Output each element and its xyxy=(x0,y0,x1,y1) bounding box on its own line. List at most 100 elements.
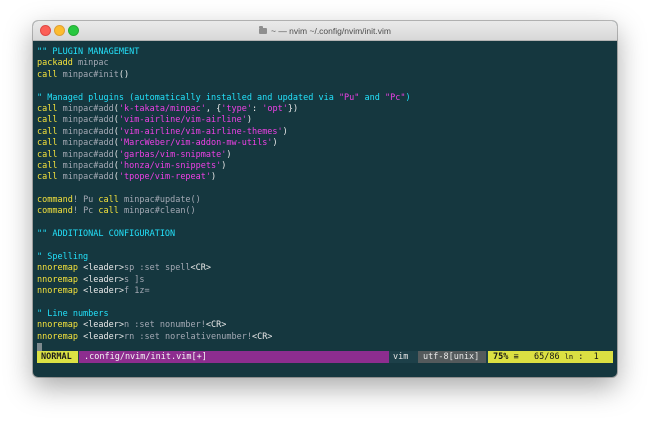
line-position: 65/86 xyxy=(533,352,560,362)
file-name: .config/nvim/init.vim[+] xyxy=(79,351,389,363)
line-number-icon: ≡ xyxy=(513,352,519,362)
code-token: , { xyxy=(205,103,222,114)
code-line: command! Pu call minpac#update() xyxy=(37,195,613,206)
code-token: minpac#add xyxy=(57,103,114,114)
code-token: 'honza/vim-snippets' xyxy=(118,160,222,171)
code-token: 'opt' xyxy=(262,103,288,114)
code-token: 'garbas/vim-snipmate' xyxy=(118,149,227,160)
code-token: <CR> xyxy=(190,263,212,274)
code-token: 'type' xyxy=(221,103,252,114)
code-token: minpac#add xyxy=(57,149,114,160)
status-line: NORMAL .config/nvim/init.vim[+] vim utf-… xyxy=(37,351,613,363)
code-token: ) xyxy=(221,160,227,171)
terminal-window: ~ — nvim ~/.config/nvim/init.vim "" PLUG… xyxy=(33,21,617,377)
code-token: minpac#add xyxy=(57,126,114,137)
code-token: "" PLUGIN MANAGEMENT xyxy=(37,47,140,57)
code-token: minpac#init xyxy=(57,69,119,80)
code-token: "Pu" xyxy=(338,92,360,103)
code-line: nnoremap <leader>s ]s xyxy=(37,275,613,286)
code-line: command! Pc call minpac#clean() xyxy=(37,206,613,217)
code-token: " Line numbers xyxy=(37,308,109,319)
code-token: rn :set norelativenumber! xyxy=(124,331,252,342)
code-token: command xyxy=(37,195,73,206)
code-token: call xyxy=(37,126,58,137)
code-line: " Spelling xyxy=(37,252,613,263)
code-token: " Spelling xyxy=(37,252,89,263)
code-token: <CR> xyxy=(205,320,227,331)
code-line: call minpac#add('MarcWeber/vim-addon-mw-… xyxy=(37,138,613,149)
code-token: <leader> xyxy=(77,263,125,274)
code-token: 'tpope/vim-repeat' xyxy=(118,172,212,183)
code-line: nnoremap <leader>sp :set spell<CR> xyxy=(37,263,613,274)
code-token: " Managed plugins (automatically install… xyxy=(37,92,339,103)
window-title: ~ — nvim ~/.config/nvim/init.vim xyxy=(33,21,617,41)
code-token: "" ADDITIONAL CONFIGURATION xyxy=(37,229,176,240)
code-token: () xyxy=(118,69,130,80)
code-token: call xyxy=(98,195,119,206)
code-line: " Line numbers xyxy=(37,309,613,320)
code-token: ) xyxy=(211,172,217,183)
code-line: call minpac#add('vim-airline/vim-airline… xyxy=(37,115,613,126)
cursor-position: 75% ≡ 65/86 ln : 1 xyxy=(488,351,613,363)
code-token: }) xyxy=(287,103,299,114)
code-token: <leader> xyxy=(77,331,125,342)
code-token: ) xyxy=(405,92,411,103)
code-line: " Managed plugins (automatically install… xyxy=(37,93,613,104)
code-token: command xyxy=(37,206,73,217)
code-token: 'vim-airline/vim-airline-themes' xyxy=(118,126,283,137)
code-token: <CR> xyxy=(251,331,273,342)
window-title-text: ~ — nvim ~/.config/nvim/init.vim xyxy=(271,26,391,36)
code-token: call xyxy=(37,138,58,149)
code-line: call minpac#add('garbas/vim-snipmate') xyxy=(37,150,613,161)
code-line: packadd minpac xyxy=(37,58,613,69)
code-token: nnoremap xyxy=(37,286,78,297)
title-bar: ~ — nvim ~/.config/nvim/init.vim xyxy=(33,21,617,41)
code-line: call minpac#init() xyxy=(37,70,613,81)
file-type: vim xyxy=(393,352,409,362)
code-token: ) xyxy=(272,138,278,149)
code-token: minpac#add xyxy=(57,115,114,126)
file-encoding: utf-8[unix] xyxy=(418,351,486,363)
code-token: "Pc" xyxy=(385,92,406,103)
code-token: ! Pu xyxy=(72,195,99,206)
code-token: ) xyxy=(282,126,288,137)
code-token: ! Pc xyxy=(72,206,99,217)
code-token: nnoremap xyxy=(37,263,78,274)
code-line: "" ADDITIONAL CONFIGURATION xyxy=(37,229,613,240)
code-token: n :set nonumber! xyxy=(124,320,206,331)
code-token: packadd xyxy=(37,58,73,69)
code-token: call xyxy=(37,115,58,126)
code-token: minpac#add xyxy=(57,172,114,183)
code-token: and xyxy=(359,92,386,103)
code-token: s ]s xyxy=(124,274,145,285)
code-token: nnoremap xyxy=(37,320,78,331)
code-line: call minpac#add('k-takata/minpac', {'typ… xyxy=(37,104,613,115)
code-line: call minpac#add('vim-airline/vim-airline… xyxy=(37,127,613,138)
code-token: <leader> xyxy=(77,274,125,285)
ln-label: ln xyxy=(564,353,574,361)
column-position: : 1 xyxy=(578,352,599,362)
scroll-percent: 75% xyxy=(493,352,509,362)
code-token: minpac#update() xyxy=(118,195,201,206)
code-line: call minpac#add('tpope/vim-repeat') xyxy=(37,172,613,183)
code-token: : xyxy=(251,103,263,114)
code-token: 'vim-airline/vim-airline' xyxy=(118,115,247,126)
folder-icon xyxy=(259,26,267,34)
code-token: call xyxy=(37,172,58,183)
code-token: ) xyxy=(246,115,252,126)
code-token: call xyxy=(37,69,58,80)
code-line: nnoremap <leader>rn :set norelativenumbe… xyxy=(37,332,613,343)
code-token: call xyxy=(37,149,58,160)
code-token: 'MarcWeber/vim-addon-mw-utils' xyxy=(118,138,273,149)
code-line: "" PLUGIN MANAGEMENT xyxy=(37,47,613,58)
code-token: f 1z= xyxy=(124,286,150,297)
code-token: call xyxy=(37,160,58,171)
code-token: call xyxy=(37,103,58,114)
code-token: minpac#add xyxy=(57,160,114,171)
code-token: nnoremap xyxy=(37,274,78,285)
editor-buffer[interactable]: "" PLUGIN MANAGEMENT packadd minpac call m… xyxy=(37,47,613,355)
